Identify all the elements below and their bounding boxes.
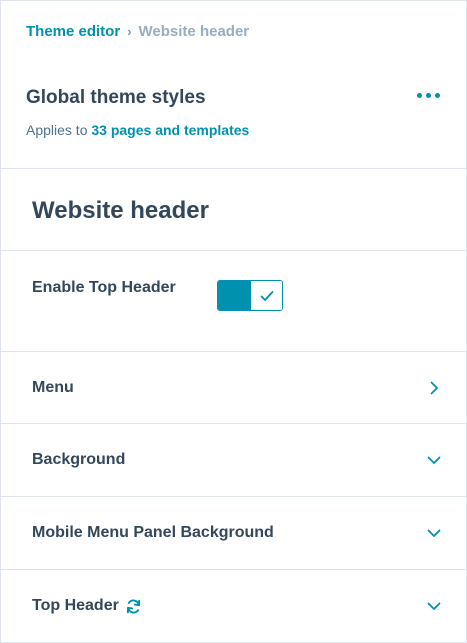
applies-to-text: Applies to 33 pages and templates bbox=[26, 122, 249, 138]
menu-row[interactable]: Menu bbox=[1, 352, 466, 424]
chevron-down-icon bbox=[427, 529, 441, 537]
enable-top-header-row: Enable Top Header bbox=[32, 279, 176, 297]
chevron-right-icon bbox=[430, 381, 438, 395]
breadcrumb-separator: › bbox=[127, 24, 132, 39]
divider bbox=[1, 250, 466, 251]
mobile-menu-panel-background-label: Mobile Menu Panel Background bbox=[32, 524, 274, 541]
chevron-down-icon bbox=[427, 602, 441, 610]
toggle-knob bbox=[218, 281, 251, 310]
theme-editor-panel: Theme editor › Website header Global the… bbox=[0, 0, 467, 643]
menu-label: Menu bbox=[32, 379, 74, 396]
background-label: Background bbox=[32, 451, 126, 468]
breadcrumb-current: Website header bbox=[138, 23, 250, 40]
more-options-button[interactable] bbox=[417, 93, 440, 98]
global-theme-styles-title: Global theme styles bbox=[26, 87, 206, 108]
applies-pages-link[interactable]: 33 pages and templates bbox=[91, 122, 249, 138]
top-header-row[interactable]: Top Header bbox=[1, 570, 466, 642]
enable-top-header-toggle[interactable] bbox=[217, 280, 283, 311]
breadcrumb: Theme editor › Website header bbox=[26, 23, 249, 40]
mobile-menu-panel-background-row[interactable]: Mobile Menu Panel Background bbox=[1, 497, 466, 569]
sync-icon bbox=[126, 599, 140, 613]
breadcrumb-theme-editor-link[interactable]: Theme editor bbox=[26, 23, 120, 40]
top-header-label: Top Header bbox=[32, 597, 142, 615]
more-horizontal-icon bbox=[417, 93, 422, 98]
applies-prefix: Applies to bbox=[26, 122, 88, 138]
check-icon bbox=[251, 281, 282, 310]
background-row[interactable]: Background bbox=[1, 424, 466, 496]
divider bbox=[1, 168, 466, 169]
enable-top-header-label: Enable Top Header bbox=[32, 279, 176, 296]
section-title: Website header bbox=[32, 197, 209, 224]
chevron-down-icon bbox=[427, 456, 441, 464]
